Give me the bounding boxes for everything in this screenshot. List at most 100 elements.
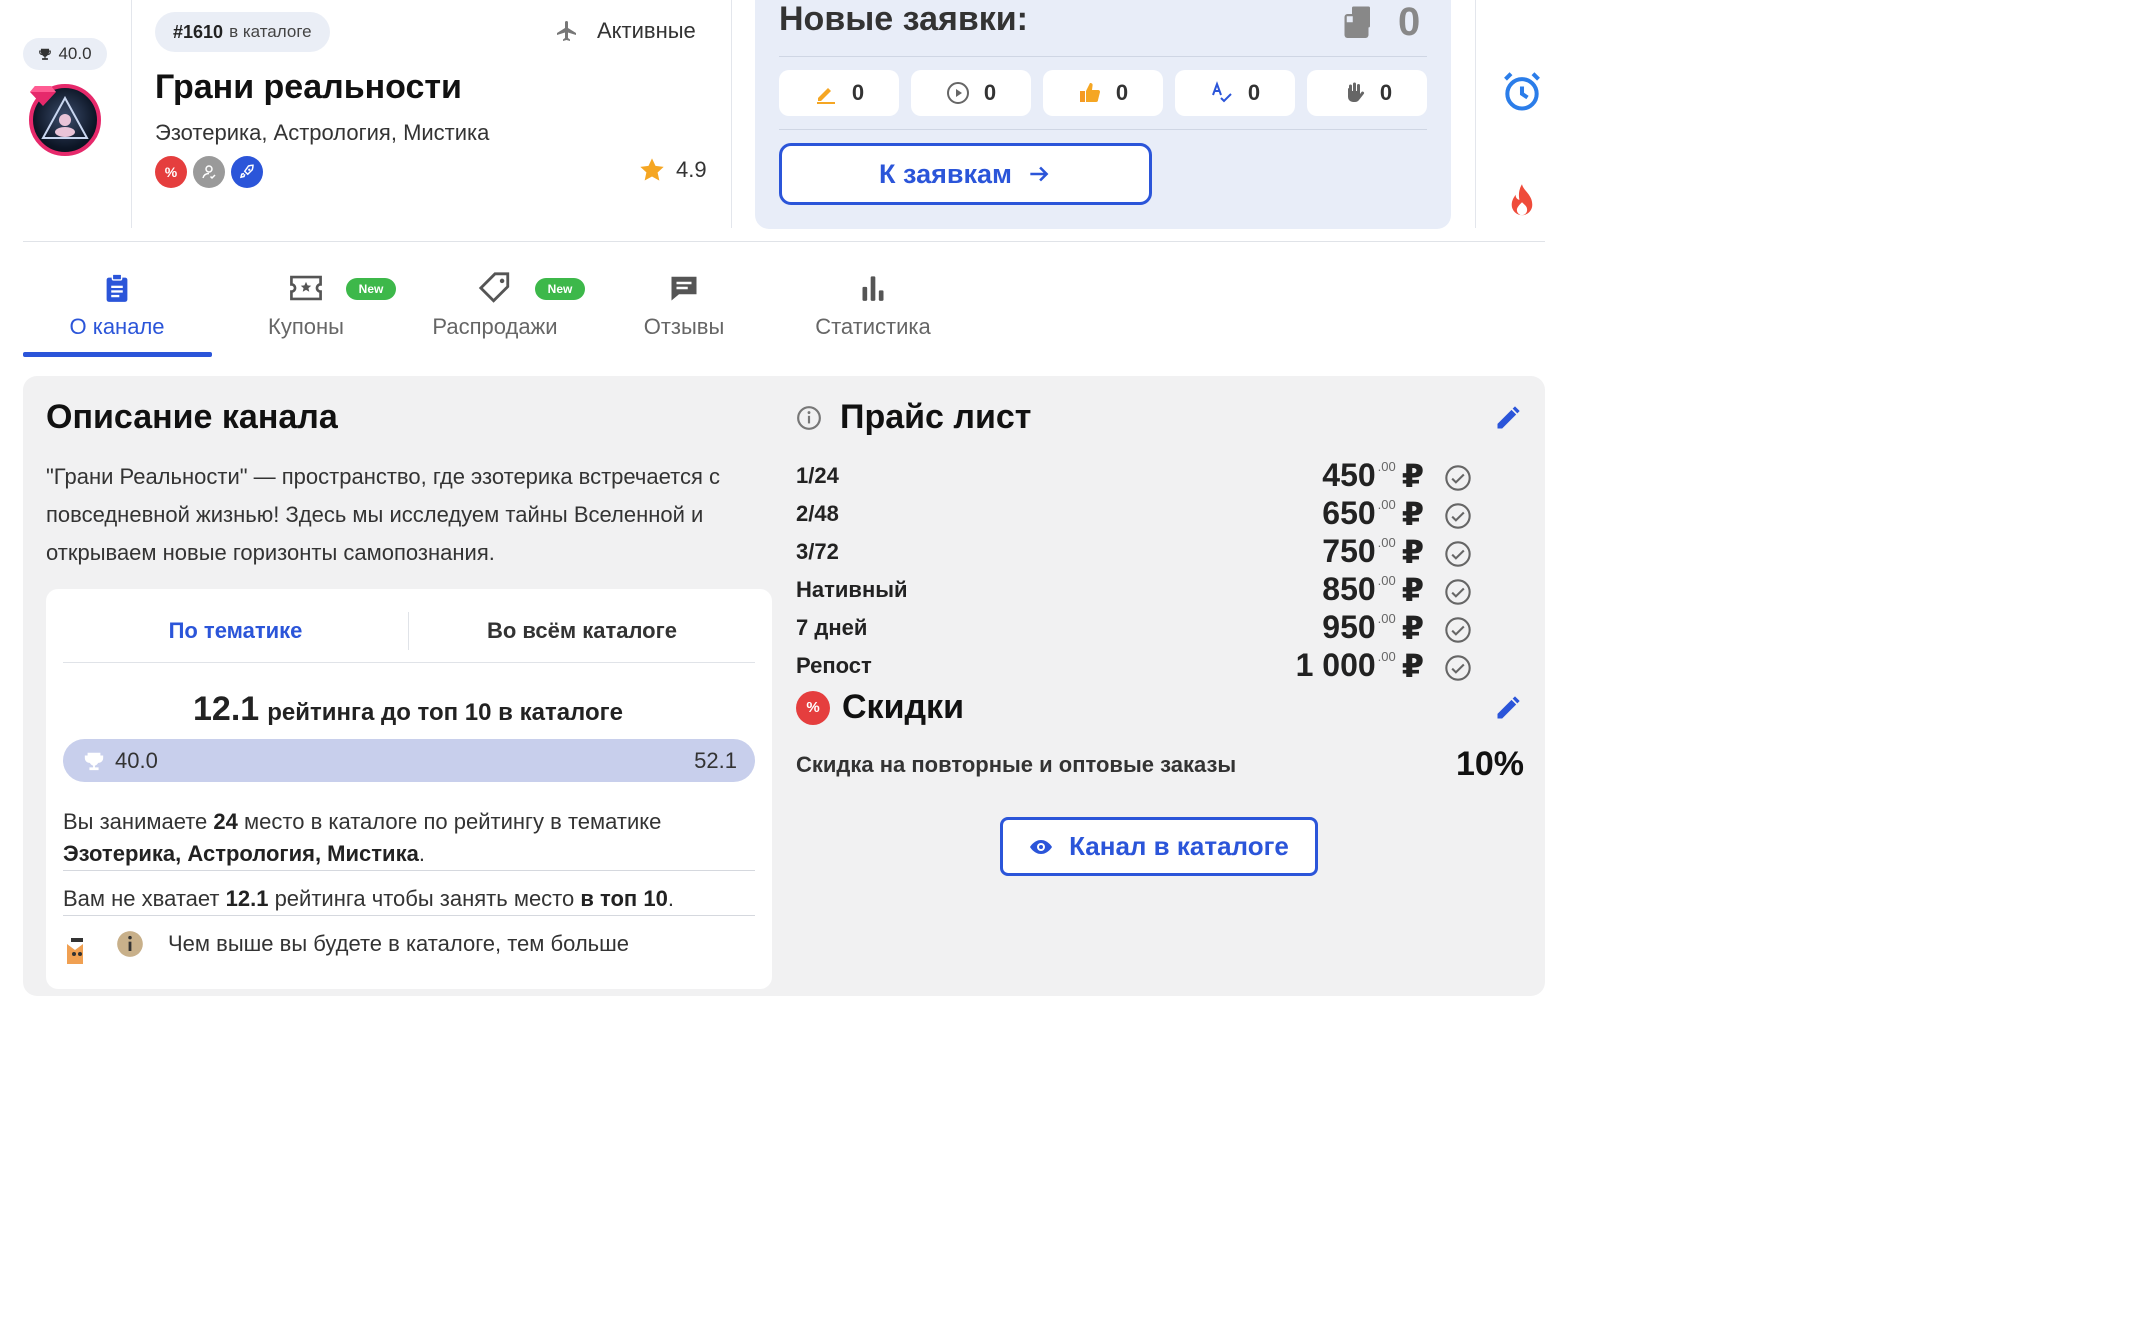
bar-chart-icon [859, 274, 887, 302]
header-divider [731, 0, 732, 228]
page-divider [23, 241, 1545, 242]
header-divider [1475, 0, 1476, 228]
discounts-heading: Скидки [842, 688, 964, 726]
info-icon[interactable] [116, 930, 144, 958]
check-circle-icon[interactable] [1444, 654, 1472, 682]
check-circle-icon[interactable] [1444, 578, 1472, 606]
edit-pencil-icon[interactable] [1494, 694, 1522, 722]
channel-status[interactable]: Активные [555, 18, 696, 44]
discount-percent-icon: % [796, 690, 830, 725]
header-divider [131, 0, 132, 228]
catalog-position-pill[interactable]: #1610 в каталоге [155, 12, 330, 52]
edit-pencil-icon[interactable] [1494, 404, 1522, 432]
stat-value: 0 [1115, 80, 1129, 105]
ranking-gap-value: 12.1 [193, 690, 260, 728]
requests-total: 0 [1340, 0, 1420, 45]
score-value: 4.9 [676, 157, 707, 182]
rocket-badge-icon[interactable] [231, 156, 263, 188]
ranking-tab-topic[interactable]: По тематике [63, 618, 408, 644]
ranking-tab-catalog[interactable]: Во всём каталоге [409, 618, 755, 644]
price-tag-icon [478, 271, 512, 305]
price-format: Репост [796, 653, 872, 678]
check-circle-icon[interactable] [1444, 540, 1472, 568]
price-row: Репост 1 000.00 ₽ [796, 647, 1476, 685]
ranking-lack-text: Вам не хватает 12.1 рейтинга чтобы занят… [63, 886, 674, 911]
tab-label: Распродажи [432, 314, 558, 339]
clipboard-icon [103, 273, 131, 303]
price-format: 2/48 [796, 501, 839, 526]
diamond-icon [30, 86, 56, 106]
star-icon [638, 156, 666, 184]
stat-value: 0 [983, 80, 997, 105]
tab-statistics[interactable]: Статистика [779, 270, 967, 360]
cat-mascot-icon [63, 932, 111, 964]
to-requests-button[interactable]: К заявкам [779, 143, 1152, 205]
catalog-button-label: Канал в каталоге [1069, 831, 1289, 861]
tab-label: О канале [69, 314, 165, 339]
ranking-text-divider [63, 915, 755, 916]
description-text: "Грани Реальности" — пространство, где э… [46, 464, 720, 565]
ranking-text-divider [63, 870, 755, 871]
arrow-right-icon [1026, 161, 1052, 187]
price-row: 7 дней 950.00 ₽ [796, 609, 1476, 647]
rating-progress-bar: 40.0 52.1 [63, 739, 755, 782]
price-list-title: Прайс лист [796, 398, 1031, 437]
ranking-gap-text: рейтинга до топ 10 в каталоге [267, 699, 623, 726]
requests-stat-checked[interactable]: 0 [1175, 70, 1295, 116]
new-badge: New [346, 278, 396, 300]
alarm-clock-icon[interactable] [1500, 70, 1544, 114]
channel-topics: Эзотерика, Астрология, Мистика [155, 120, 490, 145]
ranking-tabs-divider [63, 662, 755, 663]
check-circle-icon[interactable] [1444, 464, 1472, 492]
price-format: 7 дней [796, 615, 868, 640]
channel-badges: % [155, 156, 263, 188]
spellcheck-icon [1210, 81, 1234, 105]
price-row: 3/72 750.00 ₽ [796, 533, 1476, 571]
status-label: Активные [597, 18, 696, 43]
stat-value: 0 [851, 80, 865, 105]
tab-label: Статистика [815, 314, 931, 339]
play-circle-icon [946, 81, 970, 105]
price-value: 850.00 ₽ [1322, 571, 1424, 608]
rating-pill: 40.0 [23, 38, 107, 70]
price-value: 1 000.00 ₽ [1295, 647, 1424, 684]
clipboard-stack-icon [1340, 5, 1376, 41]
fire-icon[interactable] [1506, 183, 1538, 219]
ranking-place-text: Вы занимаете 24 место в каталоге по рейт… [63, 809, 662, 866]
tab-reviews[interactable]: Отзывы [590, 270, 778, 360]
to-requests-label: К заявкам [879, 158, 1012, 189]
requests-stat-declined[interactable]: 0 [1307, 70, 1427, 116]
requests-divider [779, 129, 1427, 130]
rating-value: 40.0 [58, 44, 92, 63]
comment-icon [669, 274, 699, 302]
price-format: Нативный [796, 577, 908, 602]
price-row: Нативный 850.00 ₽ [796, 571, 1476, 609]
rating-current: 40.0 [115, 747, 158, 773]
price-format: 1/24 [796, 463, 839, 488]
tab-about-channel[interactable]: О канале [23, 270, 211, 360]
discount-value: 10% [1455, 745, 1524, 783]
rating-target: 52.1 [694, 747, 737, 773]
pencil-icon [814, 81, 838, 105]
channel-score: 4.9 [638, 156, 707, 184]
verified-user-badge-icon[interactable] [193, 156, 225, 188]
price-value: 450.00 ₽ [1322, 457, 1424, 494]
check-circle-icon[interactable] [1444, 616, 1472, 644]
catalog-suffix: в каталоге [229, 22, 312, 41]
discount-badge-icon[interactable]: % [155, 156, 187, 188]
stat-value: 0 [1379, 80, 1393, 105]
requests-divider [779, 56, 1427, 57]
stat-value: 0 [1247, 80, 1261, 105]
requests-stat-approved[interactable]: 0 [1043, 70, 1163, 116]
eye-icon [1029, 835, 1053, 859]
price-format: 3/72 [796, 539, 839, 564]
check-circle-icon[interactable] [1444, 502, 1472, 530]
requests-stat-in-progress[interactable]: 0 [911, 70, 1031, 116]
requests-stat-new[interactable]: 0 [779, 70, 899, 116]
ticket-icon [289, 274, 323, 302]
info-circle-icon[interactable] [796, 405, 822, 431]
trophy-icon [38, 47, 52, 61]
channel-in-catalog-button[interactable]: Канал в каталоге [1000, 817, 1318, 876]
requests-total-value: 0 [1398, 0, 1421, 44]
price-value: 950.00 ₽ [1322, 609, 1424, 646]
